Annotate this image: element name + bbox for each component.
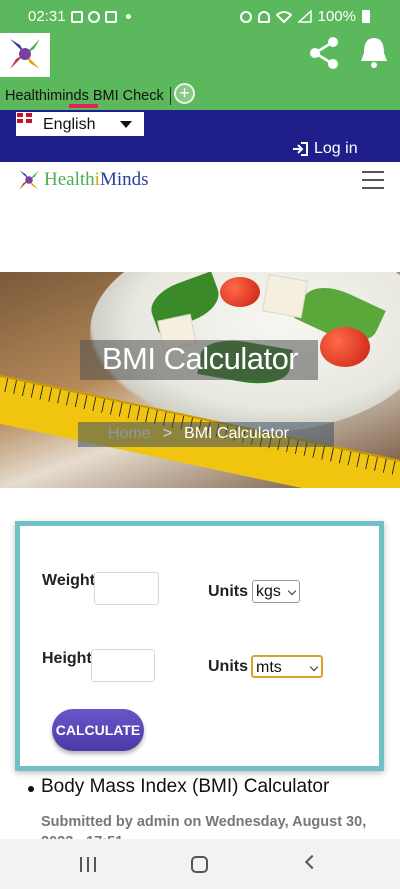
brand-part-health: Health — [44, 169, 95, 190]
weight-label: Weight — [42, 572, 96, 589]
bmi-calculator-form: Weight Units kgs Height Units mts CALCUL… — [15, 521, 384, 771]
weight-units-label: Units — [208, 583, 248, 600]
uk-flag-icon — [17, 113, 32, 123]
logo-icon — [10, 39, 40, 69]
tab-indicator — [69, 104, 98, 108]
weight-unit-value: kgs — [256, 583, 281, 600]
weight-unit-select[interactable]: kgs — [252, 580, 300, 603]
share-icon[interactable] — [306, 35, 342, 71]
wifi-icon — [275, 11, 292, 23]
article-title[interactable]: Body Mass Index (BMI) Calculator — [41, 776, 329, 798]
battery-icon — [362, 10, 370, 23]
height-unit-value: mts — [256, 659, 282, 676]
dot-icon — [125, 14, 131, 19]
site-brand[interactable]: HealthiMinds — [16, 168, 149, 192]
status-bar: 02:31 100% — [0, 0, 400, 33]
tomato-shape — [220, 277, 260, 307]
brand-logo-icon — [19, 170, 39, 190]
breadcrumb: Home > BMI Calculator — [108, 425, 289, 443]
weight-input[interactable] — [94, 572, 159, 605]
bell-icon[interactable] — [359, 35, 389, 71]
language-value: English — [43, 116, 96, 133]
breadcrumb-separator: > — [162, 425, 173, 442]
site-header: HealthiMinds — [0, 162, 400, 202]
brand-part-minds: Minds — [99, 169, 149, 190]
calculate-button[interactable]: CALCULATE — [52, 709, 144, 751]
page-title: BMI Calculator — [101, 341, 299, 376]
back-icon[interactable] — [304, 854, 320, 870]
image-icon — [70, 10, 83, 23]
signal-icon — [297, 10, 312, 23]
height-unit-select[interactable]: mts — [251, 655, 323, 678]
mute-icon — [257, 10, 270, 23]
height-label: Height — [42, 650, 92, 667]
breadcrumb-home[interactable]: Home — [108, 425, 151, 443]
list-bullet — [28, 786, 34, 792]
language-select[interactable]: English — [16, 112, 144, 136]
whatsapp-icon — [87, 10, 100, 23]
app-header: Healthiminds BMI Check + — [0, 33, 400, 110]
alarm-icon — [239, 10, 252, 23]
status-time: 02:31 — [28, 8, 66, 25]
brand-name: HealthiMinds — [44, 169, 149, 191]
app-logo[interactable] — [0, 33, 50, 77]
caret-down-icon — [120, 121, 132, 128]
status-right: 100% — [239, 8, 370, 25]
tab-label: Healthiminds BMI Check — [0, 87, 171, 105]
login-icon — [293, 142, 308, 156]
chevron-down-icon — [309, 662, 319, 672]
height-units-label: Units — [208, 658, 248, 675]
hero-banner: BMI Calculator Home > BMI Calculator — [0, 272, 400, 488]
login-link[interactable]: Log in — [292, 140, 358, 158]
add-tab-button[interactable]: + — [174, 83, 195, 104]
gmail-icon — [104, 10, 117, 23]
system-nav-bar — [0, 839, 400, 889]
height-input[interactable] — [91, 649, 155, 682]
battery-percent: 100% — [317, 8, 356, 25]
hamburger-menu-icon[interactable] — [362, 171, 384, 195]
home-icon[interactable] — [191, 856, 208, 873]
cheese-shape — [262, 273, 308, 319]
recents-icon[interactable] — [80, 857, 96, 872]
login-label: Log in — [314, 140, 358, 157]
chevron-down-icon — [287, 586, 297, 596]
breadcrumb-current: BMI Calculator — [184, 425, 289, 442]
top-nav-strip: English Log in — [0, 110, 400, 162]
status-left: 02:31 — [28, 8, 131, 25]
